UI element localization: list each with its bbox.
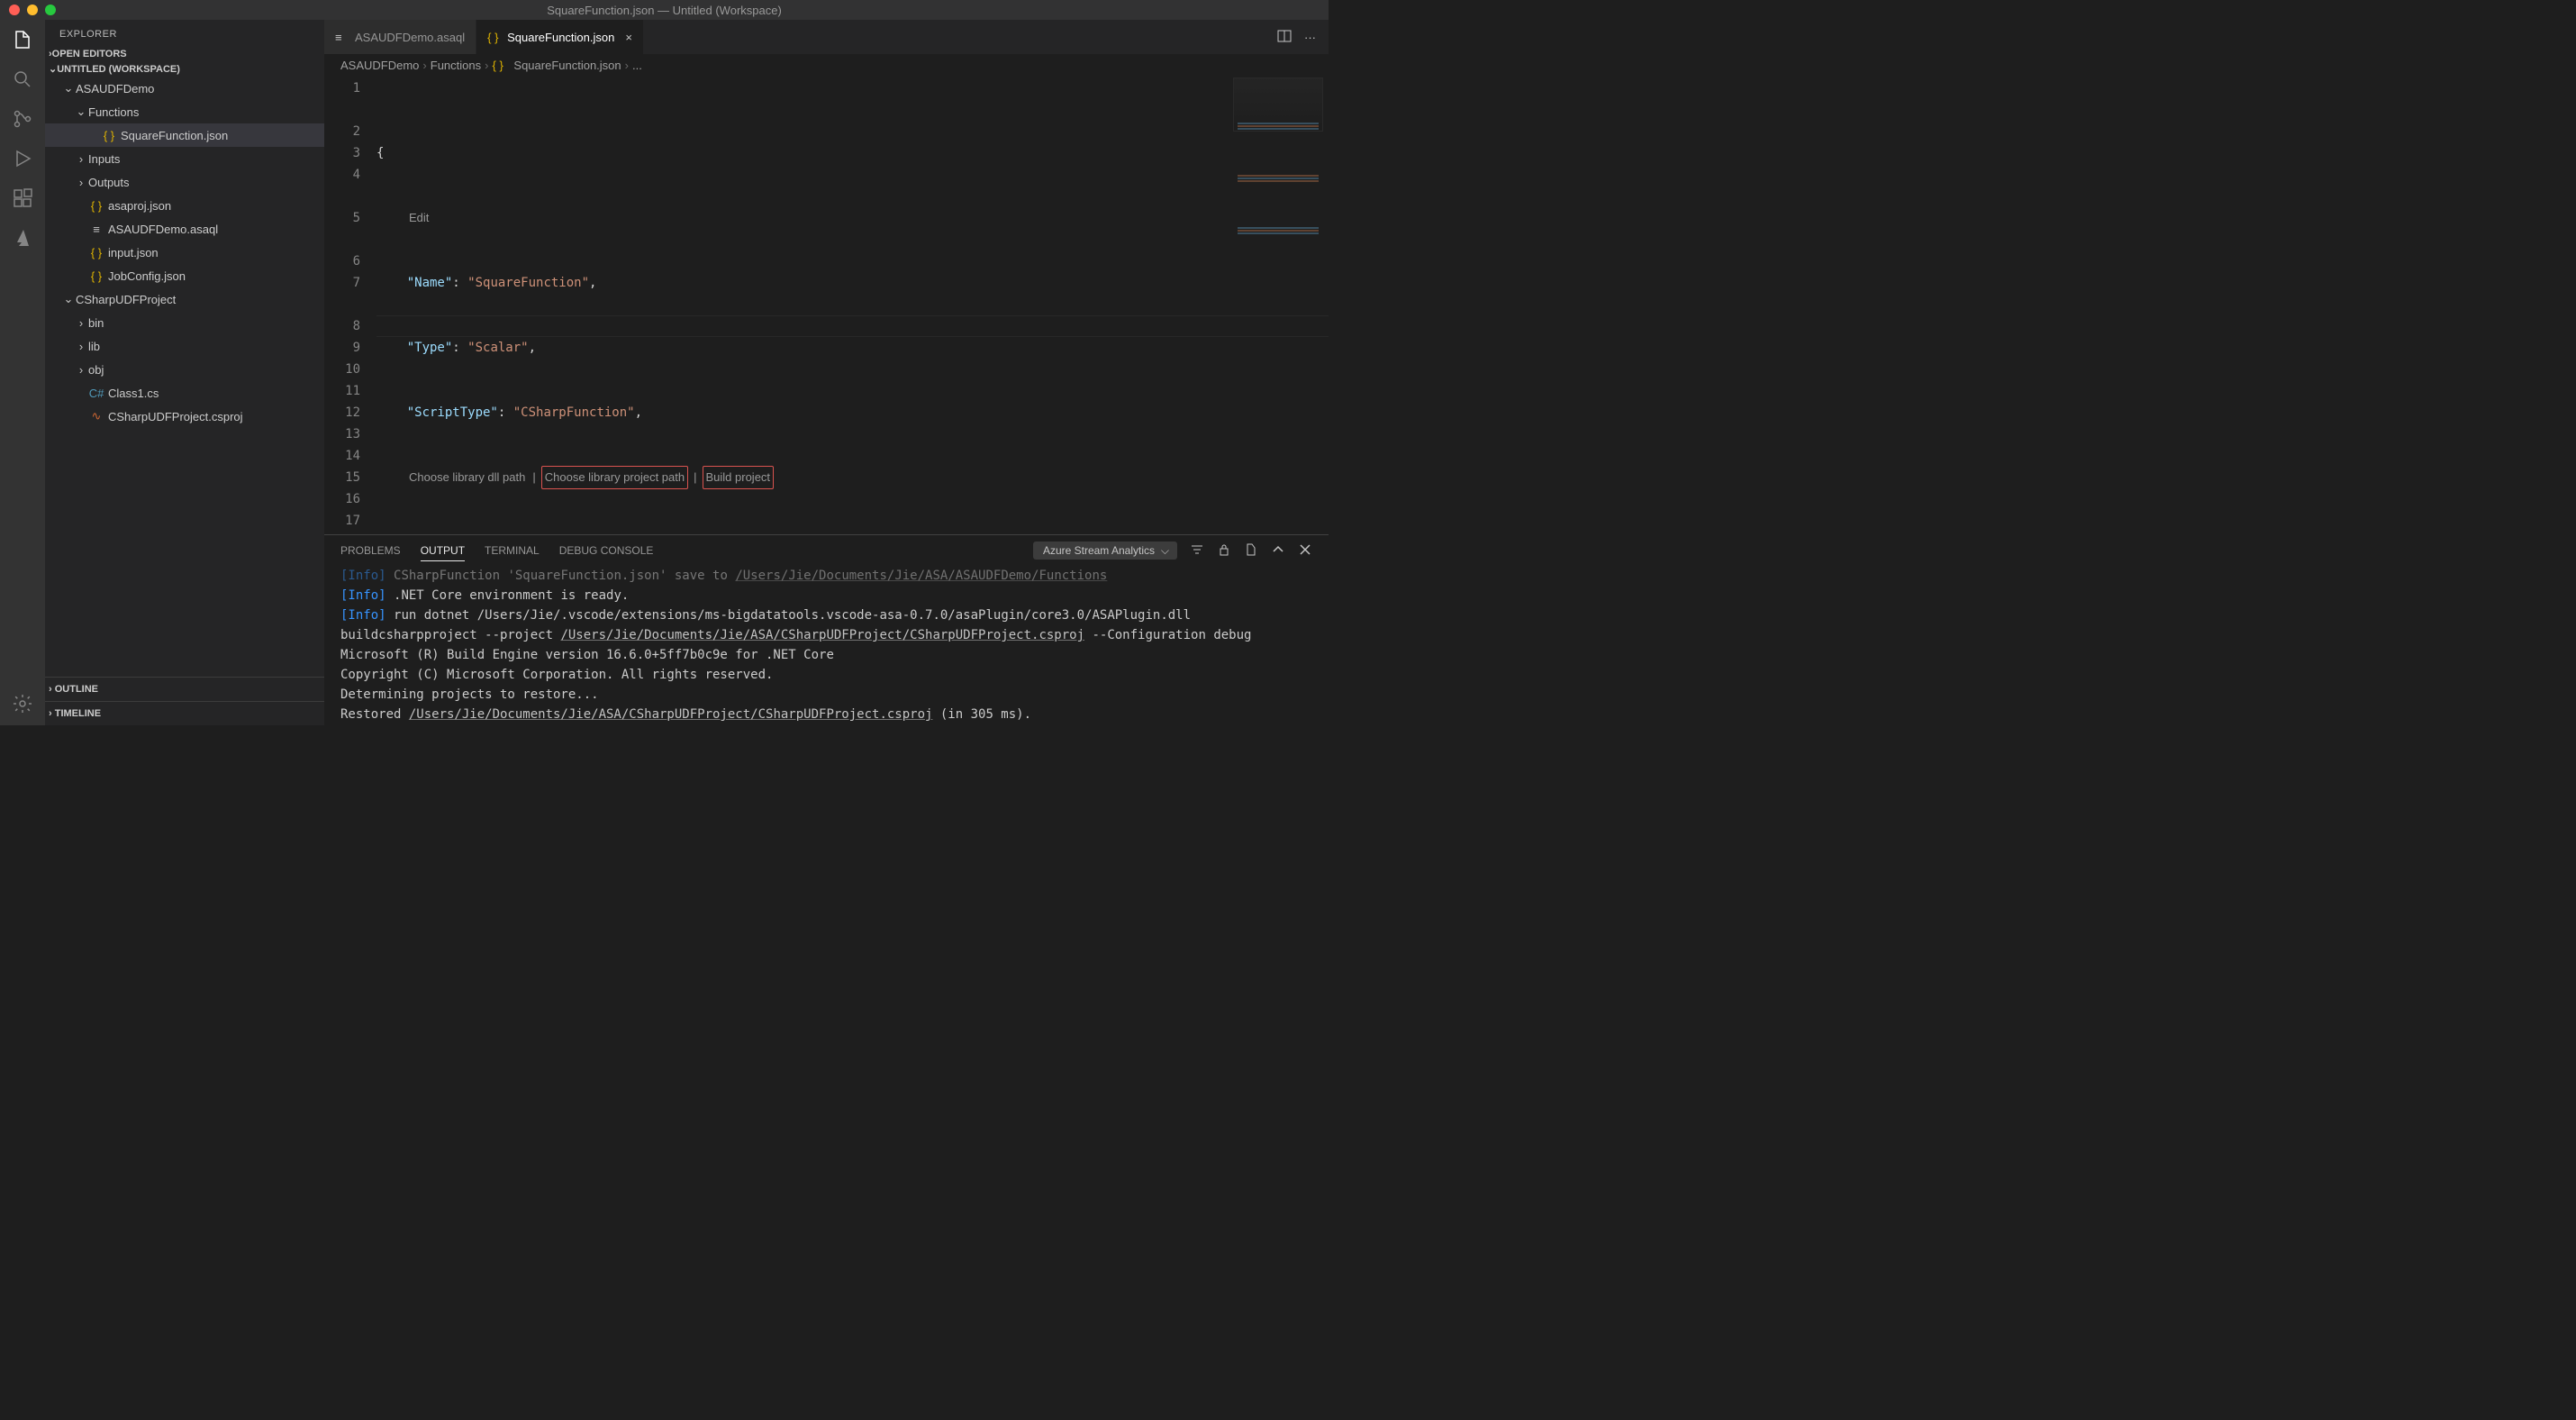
tab-asaudfdemo-asaql[interactable]: ≡ASAUDFDemo.asaql — [324, 20, 476, 54]
editor-body[interactable]: 1 2 3 4 5 6 7 8 9 10 11 12 13 14 15 16 — [324, 76, 1329, 534]
more-actions-icon[interactable]: ··· — [1304, 31, 1316, 44]
source-control-icon[interactable] — [12, 108, 33, 130]
panel-tab-problems[interactable]: PROBLEMS — [340, 541, 401, 560]
settings-gear-icon[interactable] — [12, 693, 33, 715]
activity-bar — [0, 20, 45, 725]
title-bar: SquareFunction.json — Untitled (Workspac… — [0, 0, 1329, 20]
tree-folder-csharpudfproject[interactable]: ⌄CSharpUDFProject — [45, 287, 324, 311]
codelens-edit[interactable]: Edit — [407, 207, 431, 229]
tree-file-inputjson[interactable]: { }input.json — [45, 241, 324, 264]
panel-tab-debug-console[interactable]: DEBUG CONSOLE — [559, 541, 654, 560]
close-tab-icon[interactable]: × — [625, 31, 632, 44]
codelens-build-project[interactable]: Build project — [703, 466, 775, 489]
outline-section[interactable]: › OUTLINE — [45, 678, 324, 701]
minimap[interactable] — [1233, 77, 1323, 132]
clear-lock-icon[interactable] — [1217, 542, 1231, 560]
tab-squarefunction-json[interactable]: { }SquareFunction.json× — [476, 20, 644, 54]
tree-folder-outputs[interactable]: ›Outputs — [45, 170, 324, 194]
workspace-section[interactable]: ⌄UNTITLED (WORKSPACE) — [45, 61, 324, 77]
panel-tab-terminal[interactable]: TERMINAL — [485, 541, 540, 560]
editor-tabs: ≡ASAUDFDemo.asaql { }SquareFunction.json… — [324, 20, 1329, 54]
close-window-button[interactable] — [9, 5, 20, 15]
sidebar: EXPLORER ›OPEN EDITORS ⌄UNTITLED (WORKSP… — [45, 20, 324, 725]
tree-file-csproj[interactable]: ∿CSharpUDFProject.csproj — [45, 405, 324, 428]
azure-icon[interactable] — [12, 227, 33, 249]
extensions-icon[interactable] — [12, 187, 33, 209]
tree-folder-bin[interactable]: ›bin — [45, 311, 324, 334]
tree-file-jobconfig[interactable]: { }JobConfig.json — [45, 264, 324, 287]
close-panel-icon[interactable] — [1298, 542, 1312, 560]
bottom-panel: PROBLEMS OUTPUT TERMINAL DEBUG CONSOLE A… — [324, 534, 1329, 725]
code-content[interactable]: { Edit "Name": "SquareFunction", "Type":… — [376, 76, 1329, 534]
tree-folder-functions[interactable]: ⌄Functions — [45, 100, 324, 123]
tree-file-asaql[interactable]: ≡ASAUDFDemo.asaql — [45, 217, 324, 241]
timeline-section[interactable]: › TIMELINE — [45, 702, 324, 725]
chevron-up-icon[interactable] — [1271, 542, 1285, 560]
minimize-window-button[interactable] — [27, 5, 38, 15]
maximize-window-button[interactable] — [45, 5, 56, 15]
codelens-choose-dll[interactable]: Choose library dll path — [407, 467, 527, 488]
filter-icon[interactable] — [1190, 542, 1204, 560]
tree-folder-asaudfdemo[interactable]: ⌄ASAUDFDemo — [45, 77, 324, 100]
run-debug-icon[interactable] — [12, 148, 33, 169]
sidebar-title: EXPLORER — [45, 20, 324, 47]
tree-folder-lib[interactable]: ›lib — [45, 334, 324, 358]
tree-file-squarefunction[interactable]: { }SquareFunction.json — [45, 123, 324, 147]
output-channel-dropdown[interactable]: Azure Stream Analytics — [1033, 542, 1177, 560]
tree-file-class1[interactable]: C#Class1.cs — [45, 381, 324, 405]
split-editor-icon[interactable] — [1277, 29, 1292, 46]
tree-folder-inputs[interactable]: ›Inputs — [45, 147, 324, 170]
tree-folder-obj[interactable]: ›obj — [45, 358, 324, 381]
breadcrumb[interactable]: ASAUDFDemo› Functions› { } SquareFunctio… — [324, 54, 1329, 76]
line-gutter: 1 2 3 4 5 6 7 8 9 10 11 12 13 14 15 16 — [324, 76, 376, 534]
window-title: SquareFunction.json — Untitled (Workspac… — [547, 4, 782, 17]
panel-tab-output[interactable]: OUTPUT — [421, 541, 465, 561]
explorer-icon[interactable] — [12, 29, 33, 50]
open-editors-section[interactable]: ›OPEN EDITORS — [45, 47, 324, 61]
open-file-icon[interactable] — [1244, 542, 1258, 560]
output-body[interactable]: [Info] CSharpFunction 'SquareFunction.js… — [324, 566, 1329, 725]
codelens-choose-project[interactable]: Choose library project path — [541, 466, 688, 489]
tree-file-asaproj[interactable]: { }asaproj.json — [45, 194, 324, 217]
search-icon[interactable] — [12, 68, 33, 90]
